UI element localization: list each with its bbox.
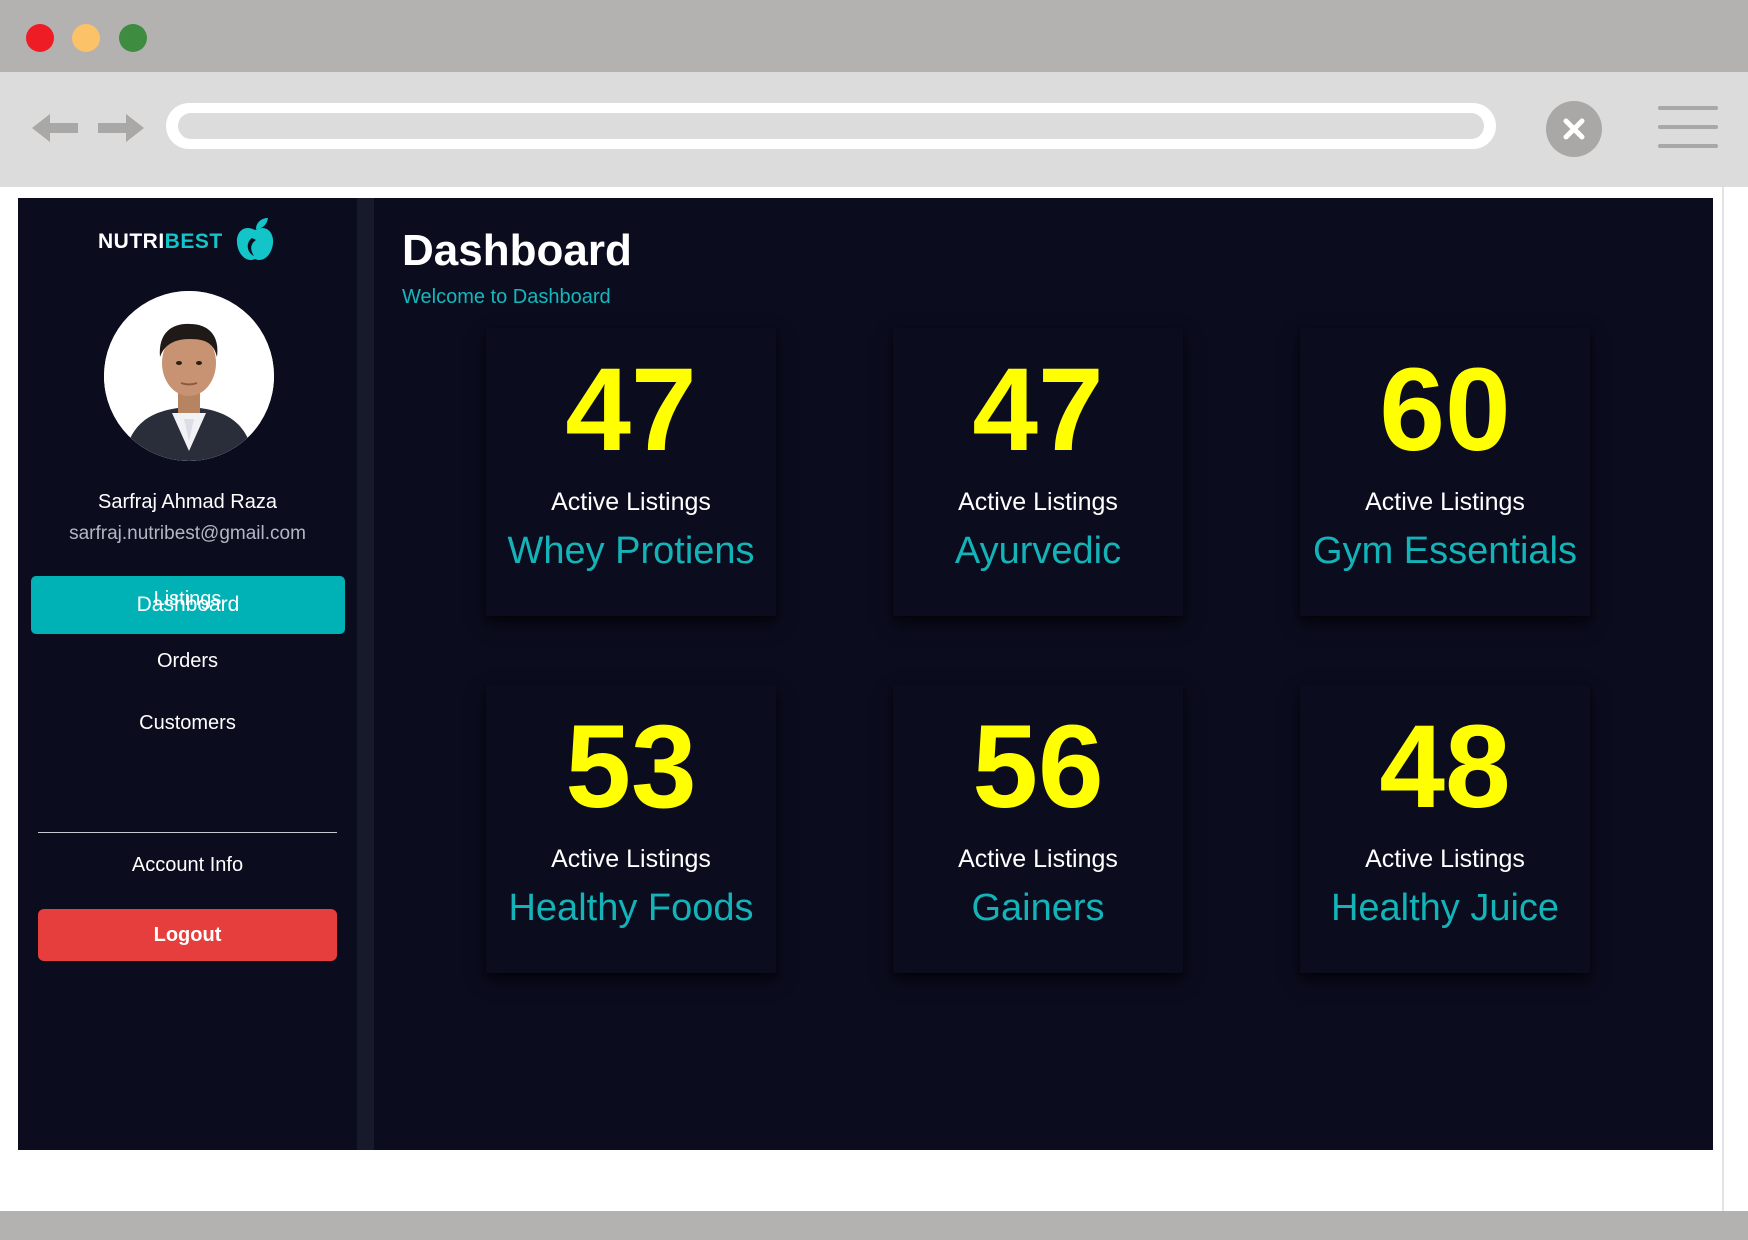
stat-card-gym-essentials[interactable]: 60 Active Listings Gym Essentials xyxy=(1300,328,1590,616)
stat-card-ayurvedic[interactable]: 47 Active Listings Ayurvedic xyxy=(893,328,1183,616)
stat-card-gainers[interactable]: 56 Active Listings Gainers xyxy=(893,685,1183,973)
card-label: Active Listings xyxy=(551,845,711,873)
sidebar: NUTRIBEST Sarfraj Ahmad Raza sarfraj.nut… xyxy=(18,198,357,1148)
card-category: Ayurvedic xyxy=(954,530,1122,572)
user-name: Sarfraj Ahmad Raza xyxy=(98,491,277,513)
page-title: Dashboard xyxy=(402,226,632,275)
main-content: Dashboard Welcome to Dashboard 47 Active… xyxy=(374,198,1713,1150)
stat-card-healthy-juice[interactable]: 48 Active Listings Healthy Juice xyxy=(1300,685,1590,973)
card-count: 47 xyxy=(972,344,1104,476)
card-category: Gym Essentials xyxy=(1313,530,1577,572)
stat-card-whey-protiens[interactable]: 47 Active Listings Whey Protiens xyxy=(486,328,776,616)
card-label: Active Listings xyxy=(958,488,1118,516)
card-count: 56 xyxy=(972,701,1104,833)
card-count: 47 xyxy=(565,344,697,476)
card-label: Active Listings xyxy=(1365,488,1525,516)
card-category: Healthy Foods xyxy=(508,887,754,929)
sidebar-divider xyxy=(38,832,337,833)
window-close-dot[interactable] xyxy=(26,24,54,52)
sidebar-item-customers[interactable]: Customers xyxy=(18,712,357,735)
browser-bottombar xyxy=(0,1211,1748,1240)
user-email: sarfraj.nutribest@gmail.com xyxy=(69,523,306,544)
address-bar[interactable] xyxy=(166,103,1496,149)
app-window: NUTRIBEST Sarfraj Ahmad Raza sarfraj.nut… xyxy=(18,198,1713,1150)
card-category: Healthy Juice xyxy=(1330,887,1560,929)
card-label: Active Listings xyxy=(551,488,711,516)
sidebar-edge xyxy=(357,198,374,1150)
menu-icon[interactable] xyxy=(1658,106,1718,148)
card-count: 53 xyxy=(565,701,697,833)
browser-titlebar xyxy=(0,0,1748,72)
card-category: Whey Protiens xyxy=(507,530,755,572)
back-arrow-icon[interactable] xyxy=(30,108,80,148)
card-count: 48 xyxy=(1379,701,1511,833)
window-maximize-dot[interactable] xyxy=(119,24,147,52)
page-subtitle: Welcome to Dashboard xyxy=(402,286,611,308)
brand-logo[interactable]: NUTRIBEST xyxy=(98,216,298,268)
apple-leaf-icon xyxy=(236,218,274,261)
window-minimize-dot[interactable] xyxy=(72,24,100,52)
sidebar-item-account-info[interactable]: Account Info xyxy=(18,854,357,877)
card-label: Active Listings xyxy=(958,845,1118,873)
logout-button[interactable]: Logout xyxy=(38,909,337,961)
stat-card-healthy-foods[interactable]: 53 Active Listings Healthy Foods xyxy=(486,685,776,973)
address-bar-field[interactable] xyxy=(178,113,1484,139)
card-category: Gainers xyxy=(971,887,1105,929)
sidebar-item-orders[interactable]: Orders xyxy=(18,650,357,673)
card-count: 60 xyxy=(1379,344,1511,476)
close-icon[interactable] xyxy=(1546,101,1602,157)
window-edge xyxy=(1722,187,1748,1211)
sidebar-item-listings[interactable]: Listings xyxy=(18,588,357,611)
forward-arrow-icon[interactable] xyxy=(96,108,146,148)
card-label: Active Listings xyxy=(1365,845,1525,873)
logo-text: NUTRIBEST xyxy=(98,230,223,253)
avatar xyxy=(104,291,274,461)
